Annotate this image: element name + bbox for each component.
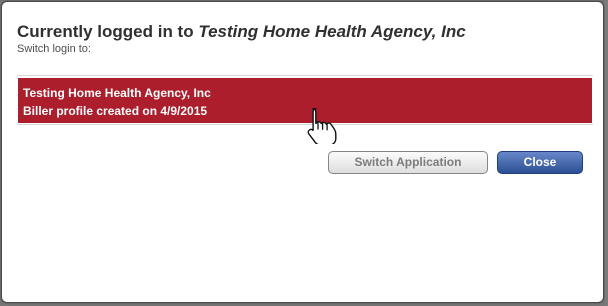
close-button[interactable]: Close [497,151,583,174]
switch-login-dialog: Currently logged in to Testing Home Heal… [1,1,604,303]
switch-login-label: Switch login to: [17,43,91,55]
dialog-title-prefix: Currently logged in to [17,22,199,41]
switch-application-button[interactable]: Switch Application [328,151,488,174]
account-profile-detail: Biller profile created on 4/9/2015 [23,104,208,118]
dialog-title: Currently logged in to Testing Home Heal… [17,22,466,42]
current-agency-name: Testing Home Health Agency, Inc [198,22,466,41]
hand-pointer-icon [307,108,337,144]
account-name: Testing Home Health Agency, Inc [23,86,211,100]
